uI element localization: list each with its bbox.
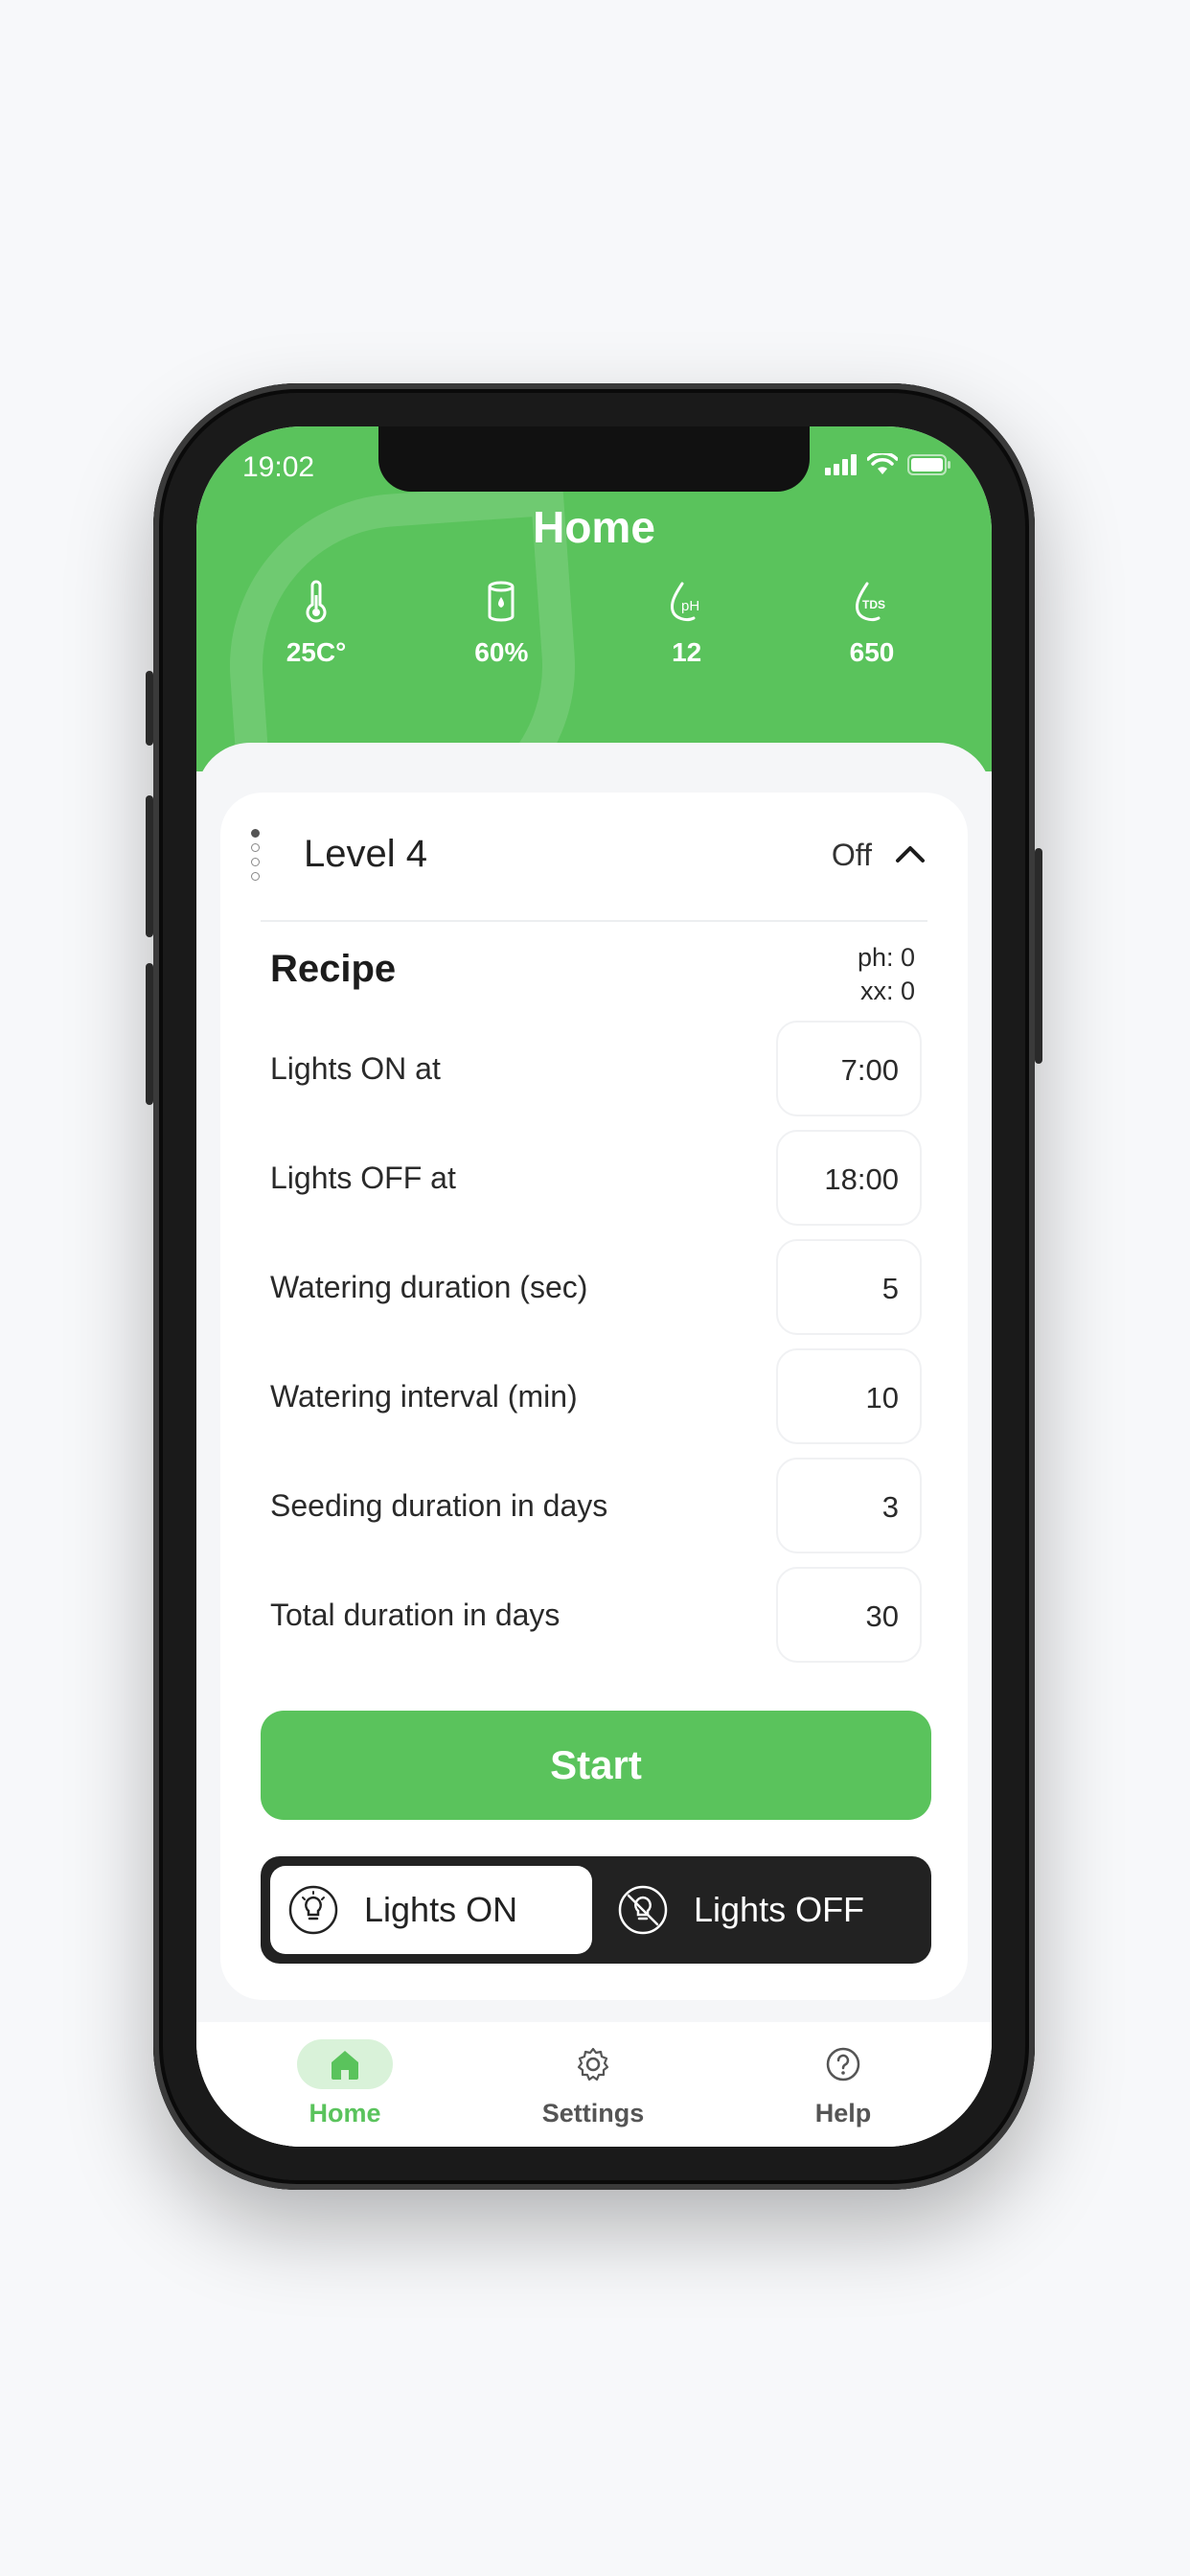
recipe-row: Watering interval (min) 10 xyxy=(270,1348,922,1444)
tds-drop-icon: TDS xyxy=(856,582,885,622)
watering-interval-label: Watering interval (min) xyxy=(270,1379,578,1414)
level-label: Level 4 xyxy=(304,833,427,875)
sensor-stats: 25C° 60% pH 12 TDS 650 xyxy=(254,580,934,668)
nav-settings[interactable]: Settings xyxy=(507,2039,679,2128)
content-area: Level 4 Off Recipe ph: 0 xx: 0 Lights ON… xyxy=(196,743,992,2147)
signal-icon xyxy=(825,454,857,475)
stat-ph: pH 12 xyxy=(625,580,749,668)
water-tank-icon xyxy=(488,581,515,622)
wifi-icon xyxy=(867,453,898,474)
volume-down-button xyxy=(146,963,153,1105)
lights-off-label: Lights OFF xyxy=(694,1890,865,1929)
stat-water-level: 60% xyxy=(439,580,563,668)
stat-temperature-value: 25C° xyxy=(286,637,347,667)
seeding-duration-label: Seeding duration in days xyxy=(270,1488,608,1523)
mute-switch xyxy=(146,671,153,746)
lights-on-label: Lights ON xyxy=(364,1890,518,1929)
app-screen: 19:02 Home 25C° 60% pH 12 TDS 650 Level … xyxy=(196,426,992,2147)
recipe-row: Seeding duration in days 3 xyxy=(270,1458,922,1553)
level-card: Level 4 Off Recipe ph: 0 xx: 0 Lights ON… xyxy=(220,793,968,2000)
gear-icon xyxy=(577,2047,609,2082)
total-duration-label: Total duration in days xyxy=(270,1598,561,1632)
start-button[interactable]: Start xyxy=(261,1711,931,1820)
svg-text:TDS: TDS xyxy=(862,598,885,611)
power-button xyxy=(1035,848,1042,1064)
chevron-up-icon[interactable] xyxy=(893,837,927,871)
page-title: Home xyxy=(533,502,655,552)
level-header[interactable]: Level 4 Off xyxy=(251,793,927,922)
nav-help-icon-wrap xyxy=(795,2039,891,2089)
seeding-duration-input[interactable]: 3 xyxy=(776,1458,922,1553)
stat-tds-value: 650 xyxy=(849,637,895,667)
recipe-meta: ph: 0 xx: 0 xyxy=(858,941,915,1008)
header: 19:02 Home 25C° 60% pH 12 TDS 650 xyxy=(196,426,992,771)
ph-drop-icon: pH xyxy=(670,582,699,622)
notch xyxy=(378,426,810,492)
status-icons xyxy=(825,453,951,476)
home-icon xyxy=(332,2051,358,2080)
recipe-ph: ph: 0 xyxy=(857,943,915,972)
status-time: 19:02 xyxy=(242,451,315,483)
stat-water-level-value: 60% xyxy=(474,637,529,667)
lights-on-label: Lights ON at xyxy=(270,1051,441,1086)
recipe-row: Total duration in days 30 xyxy=(270,1567,922,1663)
battery-icon xyxy=(907,454,950,475)
nav-home-icon-wrap xyxy=(297,2039,393,2089)
svg-text:pH: pH xyxy=(681,598,699,614)
nav-settings-icon-wrap xyxy=(545,2039,641,2089)
lights-off-option[interactable]: Lights OFF xyxy=(600,1866,922,1954)
lights-on-option[interactable]: Lights ON xyxy=(270,1866,592,1954)
recipe-xx: xx: 0 xyxy=(859,977,915,1005)
watering-duration-input[interactable]: 5 xyxy=(776,1239,922,1335)
recipe-row: Lights OFF at 18:00 xyxy=(270,1130,922,1226)
nav-home[interactable]: Home xyxy=(259,2039,431,2128)
stat-tds: TDS 650 xyxy=(810,580,934,668)
total-duration-input[interactable]: 30 xyxy=(776,1567,922,1663)
watering-interval-input[interactable]: 10 xyxy=(776,1348,922,1444)
lightbulb-icon xyxy=(288,1885,338,1935)
nav-home-label: Home xyxy=(309,2099,381,2128)
watering-duration-label: Watering duration (sec) xyxy=(270,1270,588,1304)
volume-up-button xyxy=(146,795,153,937)
lights-off-input[interactable]: 18:00 xyxy=(776,1130,922,1226)
nav-help[interactable]: Help xyxy=(757,2039,929,2128)
bottom-nav: Home Settings Help xyxy=(196,2022,992,2147)
lightbulb-off-icon xyxy=(618,1885,668,1935)
drag-handle-icon[interactable] xyxy=(251,829,260,881)
stat-temperature: 25C° xyxy=(254,580,378,668)
recipe-row: Lights ON at 7:00 xyxy=(270,1021,922,1116)
lights-toggle: Lights ON Lights OFF xyxy=(261,1856,931,1964)
lights-on-input[interactable]: 7:00 xyxy=(776,1021,922,1116)
lights-off-label: Lights OFF at xyxy=(270,1161,456,1195)
level-status: Off xyxy=(831,838,872,872)
thermometer-icon xyxy=(306,580,327,623)
nav-settings-label: Settings xyxy=(541,2099,645,2128)
phone-frame: 19:02 Home 25C° 60% pH 12 TDS 650 Level … xyxy=(146,383,1042,2190)
stat-ph-value: 12 xyxy=(672,637,702,667)
recipe-title: Recipe xyxy=(270,948,397,990)
help-icon xyxy=(826,2047,860,2082)
recipe-row: Watering duration (sec) 5 xyxy=(270,1239,922,1335)
nav-help-label: Help xyxy=(814,2099,872,2128)
